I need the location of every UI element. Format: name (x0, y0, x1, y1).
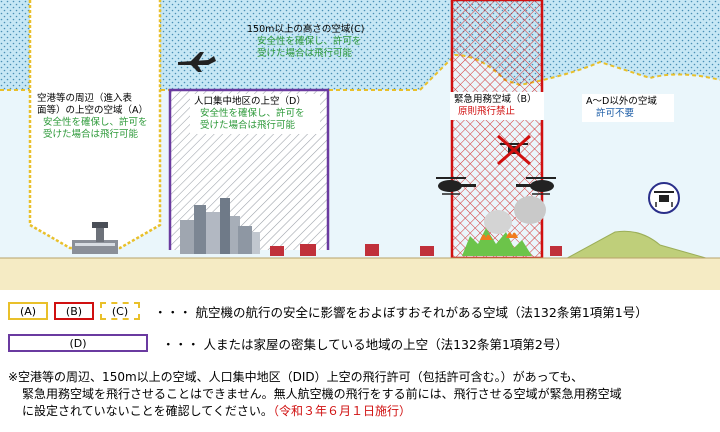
ground (0, 258, 720, 290)
legend-box-d: (D) (8, 334, 148, 352)
zone-d-note-2: 受けた場合は飛行可能 (200, 120, 296, 131)
zone-d-label: 人口集中地区の上空（D） 安全性を確保し、許可を 受けた場合は飛行可能 (190, 94, 320, 134)
zone-b-title: 緊急用務空域（B） (454, 94, 537, 105)
footnote-line-2: 緊急用務空域を飛行させることはできません。無人航空機の飛行をする前には、飛行させ… (22, 387, 622, 401)
zone-b-label: 緊急用務空域（B） 原則飛行禁止 (450, 92, 544, 120)
zone-a-title-1: 空港等の周辺（進入表 (37, 93, 133, 104)
zone-d-note-1: 安全性を確保し、許可を (200, 108, 305, 119)
zone-a-label: 空港等の周辺（進入表 面等）の上空の空域（A） 安全性を確保し、許可を 受けた場… (33, 91, 157, 143)
footnote-date: （令和３年６月１日施行） (272, 404, 411, 418)
zone-d-title: 人口集中地区の上空（D） (194, 96, 306, 107)
zone-a-note-2: 受けた場合は飛行可能 (43, 129, 139, 140)
legend-box-c: (C) (100, 302, 140, 320)
zone-a-note-1: 安全性を確保し、許可を (43, 117, 148, 128)
footnote: ※空港等の周辺、150m以上の空域、人口集中地区（DID）上空の飛行許可（包括許… (8, 369, 714, 420)
zone-a-title-2: 面等）の上空の空域（A） (37, 105, 148, 116)
legend-box-a: (A) (8, 302, 48, 320)
footnote-line-1: ※空港等の周辺、150m以上の空域、人口集中地区（DID）上空の飛行許可（包括許… (8, 370, 584, 384)
zone-other-note: 許可不要 (596, 108, 635, 119)
footnote-line-3: に設定されていないことを確認してください。 (22, 404, 273, 418)
legend-row-1: (A) (B) (C) ・・・ 航空機の航行の安全に影響をおよぼすおそれがある空… (8, 301, 648, 321)
legend-box-b: (B) (54, 302, 94, 320)
zone-b-note: 原則飛行禁止 (458, 106, 516, 117)
drone-icon (648, 182, 680, 214)
zone-c-note-1: 安全性を確保し、許可を (257, 36, 362, 47)
legend-row-2: (D) ・・・ 人または家屋の密集している地域の上空（法132条第1項第2号） (8, 333, 568, 353)
zone-other-label: A～D以外の空域 許可不要 (582, 94, 674, 122)
zone-c-title: 150m以上の高さの空域(C) (247, 24, 365, 35)
legend-row-2-text: ・・・ 人または家屋の密集している地域の上空（法132条第1項第2号） (162, 336, 568, 352)
zone-c-note-2: 受けた場合は飛行可能 (257, 48, 353, 59)
zone-c-label: 150m以上の高さの空域(C) 安全性を確保し、許可を 受けた場合は飛行可能 (243, 22, 395, 62)
legend-row-1-text: ・・・ 航空機の航行の安全に影響をおよぼすおそれがある空域（法132条第1項第1… (154, 304, 648, 320)
zone-other-title: A～D以外の空域 (586, 96, 657, 107)
